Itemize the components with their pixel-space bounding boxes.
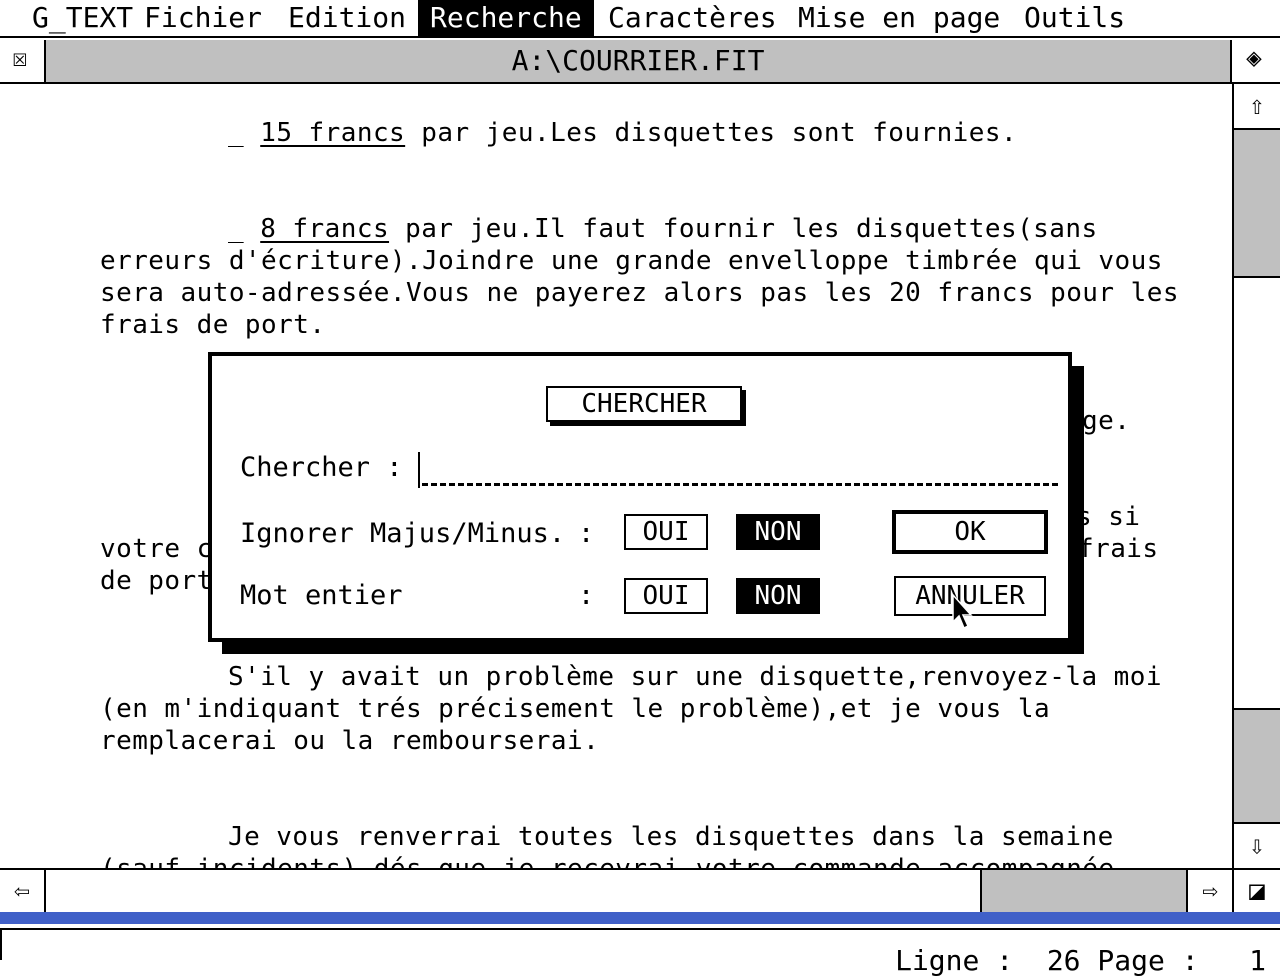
status-text: Ligne : 26 Page : 1 [895,944,1266,977]
case-yes-button[interactable]: OUI [624,514,708,550]
status-accent-strip [0,912,1280,924]
doc-line-fragment: votre c [100,534,213,564]
scroll-down-icon[interactable]: ⇩ [1234,822,1280,868]
menu-mise-en-page[interactable]: Mise en page [798,0,1000,36]
doc-line-fragment: s si [1076,502,1141,532]
menu-bar: G_TEXT Fichier Edition Recherche Caractè… [0,0,1280,38]
mouse-pointer-icon [952,594,973,630]
status-field: Ligne : 26 Page : 1 [0,928,1280,977]
fullscreen-icon[interactable]: ◈ [1234,38,1274,78]
menu-fichier[interactable]: Fichier [144,0,262,36]
case-option-colon: : [578,518,595,549]
doc-line: frais de port. [100,310,326,340]
doc-line: Je vous renverrai toutes les disquettes … [228,822,1114,852]
window-title-field[interactable]: A:\COURRIER.FIT [44,40,1232,82]
ok-button[interactable]: OK [892,510,1048,554]
dialog-title: CHERCHER [546,386,742,422]
menu-g-text[interactable]: G_TEXT [32,0,133,36]
menu-caracteres[interactable]: Caractères [608,0,777,36]
text-cursor [418,452,420,488]
vertical-scroll-thumb[interactable] [1234,276,1280,710]
doc-line: _ 15 francs par jeu.Les disquettes sont … [228,118,1018,148]
search-dialog: CHERCHER Chercher : Ignorer Majus/Minus.… [208,352,1072,642]
horizontal-scroll-track[interactable] [44,870,1188,912]
horizontal-scroll-thumb[interactable] [46,870,982,912]
doc-line: remplacerai ou la rembourserai. [100,726,600,756]
vertical-scroll-track[interactable] [1234,130,1280,822]
close-icon[interactable]: ☒ [0,38,40,78]
doc-line: S'il y avait un problème sur une disquet… [228,662,1162,692]
line-label: Ligne : [895,944,1014,977]
window-title: A:\COURRIER.FIT [511,44,765,77]
search-input-underline [422,483,1058,486]
menu-recherche[interactable]: Recherche [418,0,594,36]
search-field[interactable] [418,452,1058,488]
word-yes-button[interactable]: OUI [624,578,708,614]
page-value: 1 [1249,944,1266,977]
word-option-colon: : [578,580,595,611]
doc-line: _ 8 francs par jeu.Il faut fournir les d… [228,214,1098,244]
menu-edition[interactable]: Edition [288,0,406,36]
scroll-right-icon[interactable]: ⇨ [1188,870,1232,912]
doc-line-fragment: ge. [1082,406,1131,436]
doc-line-fragment: de port [100,566,213,596]
doc-line: (sauf incidents) dés que je recevrai vot… [100,854,1115,868]
doc-line: erreurs d'écriture).Joindre une grande e… [100,246,1163,276]
resize-icon[interactable]: ◪ [1232,870,1280,912]
page-label: Page : [1097,944,1199,977]
case-no-button[interactable]: NON [736,514,820,550]
vertical-scrollbar[interactable]: ⇧ ⇩ [1232,84,1280,868]
doc-line: sera auto-adressée.Vous ne payerez alors… [100,278,1179,308]
scroll-left-icon[interactable]: ⇦ [0,870,44,912]
word-no-button[interactable]: NON [736,578,820,614]
case-option-label: Ignorer Majus/Minus. [240,518,566,549]
menu-outils[interactable]: Outils [1024,0,1125,36]
horizontal-scrollbar[interactable]: ⇦ ⇨ ◪ [0,868,1280,912]
status-bar: Ligne : 26 Page : 1 [0,912,1280,977]
line-value: 26 [1046,944,1081,977]
doc-line: (en m'indiquant trés précisement le prob… [100,694,1051,724]
word-option-label: Mot entier [240,580,403,611]
scroll-up-icon[interactable]: ⇧ [1234,84,1280,130]
doc-line-fragment: frais [1078,534,1159,564]
search-label: Chercher : [240,452,403,483]
